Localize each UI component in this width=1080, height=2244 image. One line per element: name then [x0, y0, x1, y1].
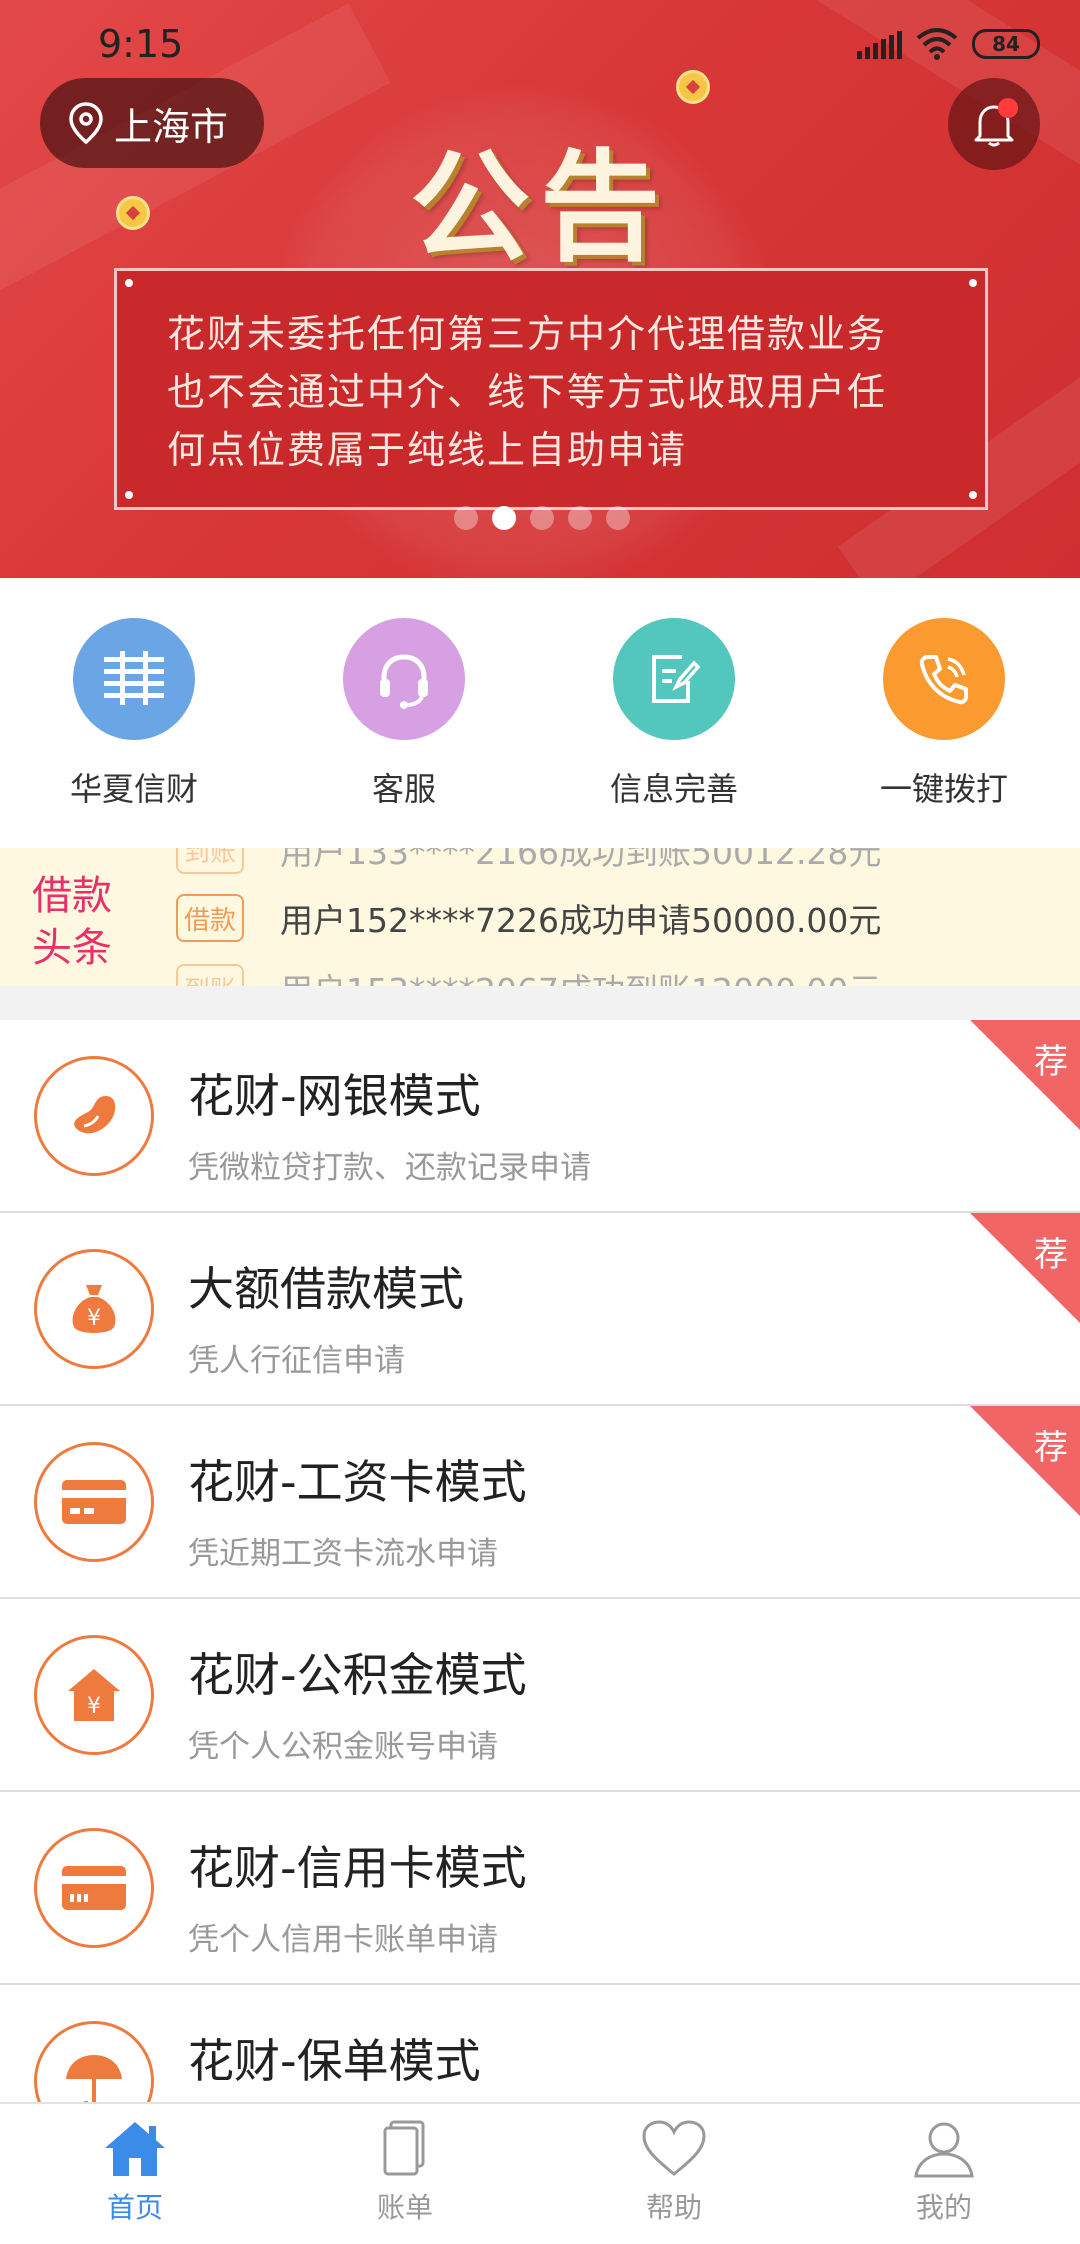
- edit-document-icon: [613, 618, 735, 740]
- tab-mine[interactable]: 我的: [864, 2118, 1024, 2226]
- quick-actions: 华夏信财 客服 信息完善 一键拨打: [0, 578, 1080, 848]
- credit-card-icon: [34, 1828, 154, 1948]
- ticker-heading-line: 头条: [32, 925, 112, 971]
- wifi-icon: [916, 28, 958, 60]
- ticker-text: 用户152****7226成功申请50000.00元: [280, 901, 882, 940]
- product-list: 花财-网银模式 凭微粒贷打款、还款记录申请 荐 ¥ 大额借款模式 凭人行征信申请…: [0, 1020, 1080, 2178]
- quick-action-call[interactable]: 一键拨打: [844, 618, 1044, 810]
- ticker-text: 用户133****2166成功到账50012.28元: [280, 848, 882, 872]
- loan-news-ticker[interactable]: 借款 头条 到账 用户133****2166成功到账50012.28元 借款 用…: [0, 848, 1080, 986]
- svg-text:¥: ¥: [87, 1306, 101, 1331]
- home-icon: [105, 2122, 165, 2176]
- quick-action-label: 客服: [371, 770, 436, 808]
- recommend-label: 荐: [1034, 1042, 1068, 1082]
- house-fund-icon: ¥: [34, 1635, 154, 1755]
- product-title: 大额借款模式: [188, 1262, 464, 1316]
- bottom-tab-bar: 首页 账单 帮助 我的: [0, 2102, 1080, 2244]
- tab-label: 我的: [915, 2191, 972, 2224]
- tab-help[interactable]: 帮助: [594, 2118, 754, 2226]
- tab-bill[interactable]: 账单: [325, 2118, 485, 2226]
- signal-icon: [857, 29, 902, 59]
- user-icon: [914, 2122, 974, 2178]
- carousel-dot-active[interactable]: [492, 506, 516, 530]
- card-icon: [34, 1442, 154, 1562]
- ticker-row: 借款 用户152****7226成功申请50000.00元: [176, 894, 881, 942]
- quick-action-label: 信息完善: [609, 770, 738, 808]
- recommend-label: 荐: [1034, 1428, 1068, 1468]
- quick-action-huaxia[interactable]: 华夏信财: [34, 618, 234, 810]
- notice-box: 花财未委托任何第三方中介代理借款业务 也不会通过中介、线下等方式收取用户任 何点…: [114, 268, 988, 510]
- carousel-dot[interactable]: [530, 506, 554, 530]
- notice-line: 花财未委托任何第三方中介代理借款业务: [167, 312, 888, 356]
- bill-icon: [383, 2120, 425, 2176]
- carousel-indicator: [454, 506, 630, 530]
- ticker-tag: 到账: [176, 848, 244, 874]
- product-subtitle: 凭个人公积金账号申请: [188, 1729, 498, 1765]
- quick-action-label: 一键拨打: [879, 770, 1008, 808]
- announcement-banner[interactable]: 9:15 84 上海市 公告 花财未委托任何第三方中介代理借款业务 也不会通过中: [0, 0, 1080, 578]
- product-title: 花财-工资卡模式: [188, 1455, 527, 1509]
- ticker-heading-line: 借款: [32, 873, 112, 919]
- product-item-online-bank[interactable]: 花财-网银模式 凭微粒贷打款、还款记录申请 荐: [0, 1020, 1080, 1213]
- bean-icon: [34, 1056, 154, 1176]
- tab-label: 账单: [376, 2191, 433, 2224]
- svg-text:¥: ¥: [87, 1694, 101, 1719]
- phone-icon: [883, 618, 1005, 740]
- ticker-tag: 到账: [176, 964, 244, 986]
- product-title: 花财-公积金模式: [188, 1648, 527, 1702]
- product-subtitle: 凭微粒贷打款、还款记录申请: [188, 1150, 591, 1186]
- status-icons: 84: [857, 28, 1040, 60]
- bank-icon: [73, 618, 195, 740]
- notice-line: 何点位费属于纯线上自助申请: [167, 428, 688, 472]
- ticker-heading: 借款 头条: [32, 870, 112, 974]
- carousel-dot[interactable]: [568, 506, 592, 530]
- product-item-credit-card[interactable]: 花财-信用卡模式 凭个人信用卡账单申请: [0, 1792, 1080, 1985]
- banner-title: 公告: [410, 139, 670, 278]
- quick-action-label: 华夏信财: [69, 770, 198, 808]
- product-title: 花财-保单模式: [188, 2034, 481, 2088]
- quick-action-service[interactable]: 客服: [304, 618, 504, 810]
- ticker-row: 到账 用户153****2067成功到账12000.00元: [176, 964, 881, 986]
- product-item-salary-card[interactable]: 花财-工资卡模式 凭近期工资卡流水申请 荐: [0, 1406, 1080, 1599]
- ticker-tag: 借款: [176, 894, 244, 942]
- notice-line: 也不会通过中介、线下等方式收取用户任: [167, 370, 888, 414]
- money-bag-icon: ¥: [34, 1249, 154, 1369]
- product-title: 花财-信用卡模式: [188, 1841, 527, 1895]
- recommend-label: 荐: [1034, 1235, 1068, 1275]
- status-time: 9:15: [98, 22, 184, 66]
- product-subtitle: 凭人行征信申请: [188, 1343, 405, 1379]
- product-item-large-loan[interactable]: ¥ 大额借款模式 凭人行征信申请 荐: [0, 1213, 1080, 1406]
- headset-icon: [343, 618, 465, 740]
- tab-home[interactable]: 首页: [55, 2118, 215, 2226]
- ticker-row: 到账 用户133****2166成功到账50012.28元: [176, 848, 881, 874]
- product-item-housing-fund[interactable]: ¥ 花财-公积金模式 凭个人公积金账号申请: [0, 1599, 1080, 1792]
- product-subtitle: 凭个人信用卡账单申请: [188, 1922, 498, 1958]
- ticker-text: 用户153****2067成功到账12000.00元: [280, 964, 881, 986]
- carousel-dot[interactable]: [606, 506, 630, 530]
- product-title: 花财-网银模式: [188, 1069, 481, 1123]
- coin-decoration: [676, 70, 710, 104]
- battery-indicator: 84: [972, 29, 1040, 59]
- tab-label: 帮助: [645, 2191, 702, 2224]
- tab-label: 首页: [106, 2191, 163, 2224]
- quick-action-info[interactable]: 信息完善: [574, 618, 774, 810]
- carousel-dot[interactable]: [454, 506, 478, 530]
- product-subtitle: 凭近期工资卡流水申请: [188, 1536, 498, 1572]
- heart-icon: [642, 2120, 706, 2176]
